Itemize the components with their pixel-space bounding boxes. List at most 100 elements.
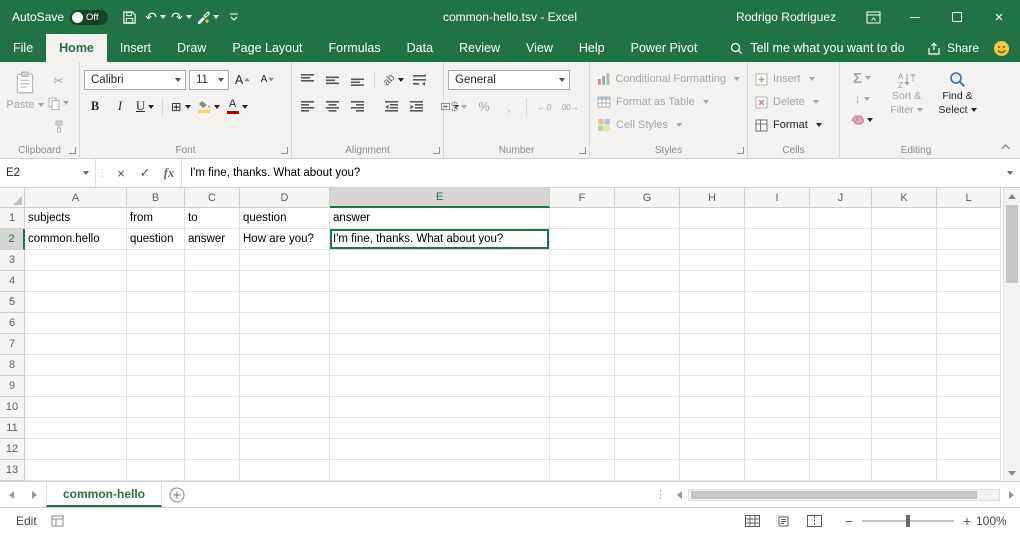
cell-A10[interactable]	[25, 397, 127, 418]
cell-I2[interactable]	[745, 229, 810, 250]
cell-I11[interactable]	[745, 418, 810, 439]
cell-J7[interactable]	[810, 334, 872, 355]
new-sheet-button[interactable]	[162, 482, 192, 507]
page-layout-view-button[interactable]	[776, 515, 791, 527]
vscroll-track[interactable]	[1004, 204, 1020, 465]
cell-I10[interactable]	[745, 397, 810, 418]
number-dialog-launcher[interactable]	[579, 147, 586, 154]
fill-button[interactable]: ↓	[844, 89, 880, 109]
col-header-H[interactable]: H	[680, 188, 745, 208]
cell-styles-button[interactable]: Cell Styles	[594, 114, 743, 136]
cell-C5[interactable]	[185, 292, 240, 313]
cell-F10[interactable]	[550, 397, 615, 418]
font-color-button[interactable]: A	[225, 97, 250, 117]
cell-F7[interactable]	[550, 334, 615, 355]
increase-decimal-button[interactable]: ←.0	[533, 97, 555, 117]
cell-D2[interactable]: How are you?	[240, 229, 330, 250]
redo-button[interactable]: ↷	[170, 4, 193, 30]
row-header-11[interactable]: 11	[0, 418, 25, 439]
align-left-button[interactable]	[296, 97, 318, 117]
name-box[interactable]: E2	[0, 159, 96, 187]
col-header-B[interactable]: B	[127, 188, 185, 208]
ribbon-tab-draw[interactable]: Draw	[164, 34, 219, 62]
cell-E10[interactable]	[330, 397, 550, 418]
cell-J1[interactable]	[810, 208, 872, 229]
cell-E1[interactable]: answer	[330, 208, 550, 229]
customize-qat-button[interactable]	[222, 4, 245, 30]
row-header-13[interactable]: 13	[0, 460, 25, 481]
cell-H4[interactable]	[680, 271, 745, 292]
cell-C13[interactable]	[185, 460, 240, 481]
vertical-scrollbar[interactable]	[1003, 188, 1020, 481]
cell-J6[interactable]	[810, 313, 872, 334]
cell-B5[interactable]	[127, 292, 185, 313]
cell-G5[interactable]	[615, 292, 680, 313]
cell-J12[interactable]	[810, 439, 872, 460]
cell-J8[interactable]	[810, 355, 872, 376]
cell-L13[interactable]	[937, 460, 1001, 481]
select-all-corner[interactable]	[0, 188, 25, 208]
cell-G12[interactable]	[615, 439, 680, 460]
share-button[interactable]: Share	[915, 34, 991, 62]
cell-H2[interactable]	[680, 229, 745, 250]
row-header-3[interactable]: 3	[0, 250, 25, 271]
cell-I3[interactable]	[745, 250, 810, 271]
cell-H3[interactable]	[680, 250, 745, 271]
cell-B8[interactable]	[127, 355, 185, 376]
cell-D3[interactable]	[240, 250, 330, 271]
number-format-combo[interactable]: General	[448, 70, 570, 90]
conditional-formatting-button[interactable]: Conditional Formatting	[594, 68, 743, 90]
cell-F5[interactable]	[550, 292, 615, 313]
vscroll-up-button[interactable]	[1004, 188, 1020, 204]
align-bottom-button[interactable]	[346, 70, 368, 90]
formula-input[interactable]: I'm fine, thanks. What about you?	[181, 159, 996, 187]
cell-J9[interactable]	[810, 376, 872, 397]
col-header-F[interactable]: F	[550, 188, 615, 208]
ribbon-tab-review[interactable]: Review	[446, 34, 513, 62]
row-header-4[interactable]: 4	[0, 271, 25, 292]
row-header-10[interactable]: 10	[0, 397, 25, 418]
cell-J13[interactable]	[810, 460, 872, 481]
cell-J5[interactable]	[810, 292, 872, 313]
borders-button[interactable]: ⊞	[169, 97, 192, 117]
fill-color-button[interactable]	[196, 97, 222, 117]
format-painter-button[interactable]	[46, 116, 71, 136]
cell-C11[interactable]	[185, 418, 240, 439]
format-as-table-button[interactable]: Format as Table	[594, 91, 743, 113]
col-header-G[interactable]: G	[615, 188, 680, 208]
sheet-nav-prev-button[interactable]	[0, 482, 23, 507]
cell-G8[interactable]	[615, 355, 680, 376]
align-top-button[interactable]	[296, 70, 318, 90]
hscroll-left-button[interactable]	[670, 482, 688, 507]
insert-function-button[interactable]: fx	[157, 159, 181, 187]
row-header-2[interactable]: 2	[0, 229, 25, 250]
cell-K3[interactable]	[872, 250, 937, 271]
cell-I5[interactable]	[745, 292, 810, 313]
decrease-decimal-button[interactable]: .00→	[558, 97, 580, 117]
collapse-ribbon-button[interactable]	[1000, 141, 1014, 153]
cell-A9[interactable]	[25, 376, 127, 397]
zoom-slider-thumb[interactable]	[906, 515, 910, 527]
cell-E6[interactable]	[330, 313, 550, 334]
cell-G4[interactable]	[615, 271, 680, 292]
col-header-E[interactable]: E	[330, 188, 550, 208]
underline-button[interactable]: U	[134, 97, 156, 117]
cell-K13[interactable]	[872, 460, 937, 481]
cell-E5[interactable]	[330, 292, 550, 313]
ribbon-tab-power-pivot[interactable]: Power Pivot	[618, 34, 711, 62]
col-header-C[interactable]: C	[185, 188, 240, 208]
cell-I4[interactable]	[745, 271, 810, 292]
ribbon-display-options-button[interactable]	[852, 0, 894, 34]
expand-formula-bar-button[interactable]	[996, 159, 1020, 187]
cell-D5[interactable]	[240, 292, 330, 313]
cell-B10[interactable]	[127, 397, 185, 418]
row-header-12[interactable]: 12	[0, 439, 25, 460]
cell-I6[interactable]	[745, 313, 810, 334]
find-select-button[interactable]: Find & Select	[933, 67, 982, 130]
cell-L7[interactable]	[937, 334, 1001, 355]
cell-I7[interactable]	[745, 334, 810, 355]
cell-D8[interactable]	[240, 355, 330, 376]
horizontal-scrollbar[interactable]	[688, 489, 1000, 501]
cell-F11[interactable]	[550, 418, 615, 439]
cell-J10[interactable]	[810, 397, 872, 418]
